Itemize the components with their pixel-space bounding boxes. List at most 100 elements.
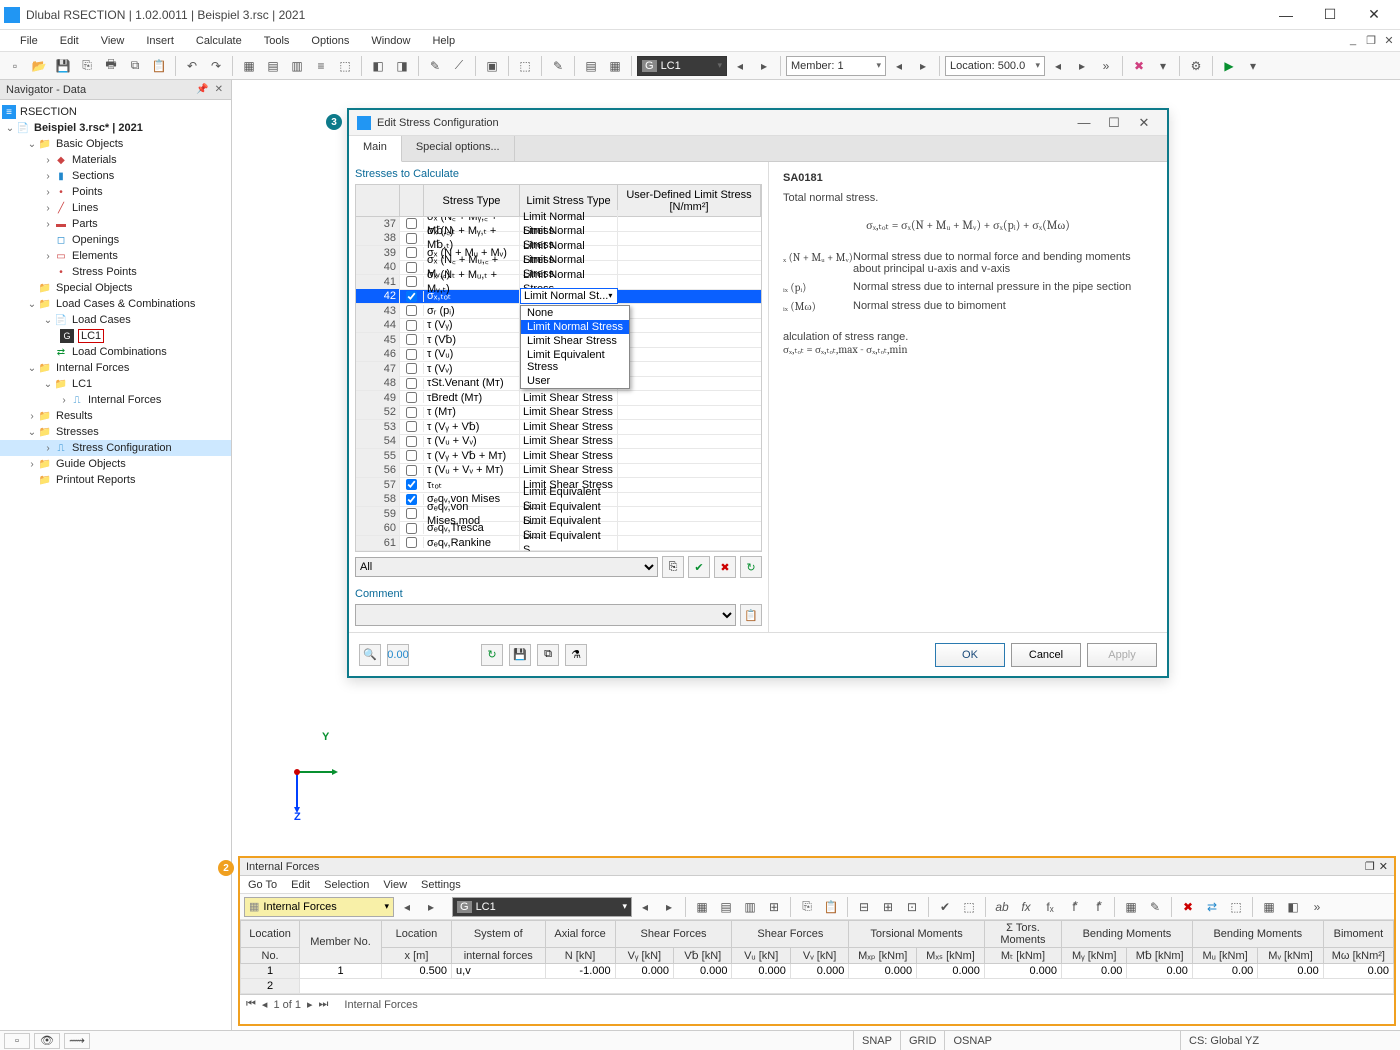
tool3-icon[interactable]: ✎ [424, 55, 446, 77]
row-check[interactable] [406, 334, 417, 345]
bp-lc-next-icon[interactable]: ▸ [658, 896, 680, 918]
tree-results[interactable]: ›📁Results [0, 408, 231, 424]
view2-icon[interactable]: ▤ [262, 55, 284, 77]
grid-row-61[interactable]: 61σₑqᵥ,RankineLimit Equivalent S... [356, 536, 761, 551]
row-check[interactable] [406, 218, 417, 229]
copy-icon[interactable]: ⧉ [124, 55, 146, 77]
tool6-icon[interactable]: ⬚ [514, 55, 536, 77]
dialog-titlebar[interactable]: Edit Stress Configuration — ☐ ✕ [349, 110, 1167, 136]
loc-more-icon[interactable]: » [1095, 55, 1117, 77]
row-check[interactable] [406, 392, 417, 403]
tree-openings[interactable]: ◻Openings [0, 232, 231, 248]
redo-icon[interactable]: ↷ [205, 55, 227, 77]
menu-tools[interactable]: Tools [254, 33, 300, 49]
bp-menu-view[interactable]: View [383, 879, 407, 891]
maximize-button[interactable]: ☐ [1308, 0, 1352, 30]
new-icon[interactable]: ▫ [4, 55, 26, 77]
filter-btn2-icon[interactable]: ✔ [688, 556, 710, 578]
sb-btn2-icon[interactable]: 👁 [34, 1033, 60, 1049]
bp-b9-icon[interactable]: ⊡ [901, 896, 923, 918]
tool1-icon[interactable]: ◧ [367, 55, 389, 77]
view1-icon[interactable]: ▦ [238, 55, 260, 77]
bp-b10-icon[interactable]: ✔ [934, 896, 956, 918]
tool5-icon[interactable]: ▣ [481, 55, 503, 77]
dd-equiv[interactable]: Limit Equivalent Stress [521, 348, 629, 374]
filter-combo[interactable]: All [355, 557, 658, 577]
nav-pin-icon[interactable]: 📌 [194, 84, 210, 95]
row-check[interactable] [406, 233, 417, 244]
bp-lc-prev-icon[interactable]: ◂ [634, 896, 656, 918]
bp-c7-icon[interactable]: ◧ [1282, 896, 1304, 918]
bp-b3-icon[interactable]: ▥ [739, 896, 761, 918]
bp-c1-icon[interactable]: ▦ [1120, 896, 1142, 918]
cancel-button[interactable]: Cancel [1011, 643, 1081, 667]
tree-special[interactable]: 📁Special Objects [0, 280, 231, 296]
row-check[interactable] [406, 305, 417, 316]
bp-c2-icon[interactable]: ✎ [1144, 896, 1166, 918]
tree-loadcases[interactable]: ⌄📁Load Cases & Combinations [0, 296, 231, 312]
footer-copy-icon[interactable]: ⧉ [537, 644, 559, 666]
tree-printout[interactable]: 📁Printout Reports [0, 472, 231, 488]
bp-next-icon[interactable]: ▸ [420, 896, 442, 918]
sb-btn1-icon[interactable]: ▫ [4, 1033, 30, 1049]
loc-prev-icon[interactable]: ◂ [1047, 55, 1069, 77]
calc-icon[interactable]: ≡ [310, 55, 332, 77]
menu-help[interactable]: Help [422, 33, 465, 49]
bp-b7-icon[interactable]: ⊟ [853, 896, 875, 918]
tree-materials[interactable]: ›◆Materials [0, 152, 231, 168]
paste-icon[interactable]: 📋 [148, 55, 170, 77]
pager-last-icon[interactable]: ⏭ [319, 998, 329, 1011]
location-combo[interactable]: Location: 500.0▾ [945, 56, 1045, 76]
sb-grid[interactable]: GRID [900, 1031, 945, 1050]
minimize-button[interactable]: — [1264, 0, 1308, 30]
tree-stressconfig[interactable]: ›⎍Stress Configuration [0, 440, 231, 456]
tree-lines[interactable]: ›╱Lines [0, 200, 231, 216]
mdi-restore-icon[interactable]: ❐ [1364, 34, 1378, 47]
mem-next-icon[interactable]: ▸ [912, 55, 934, 77]
grid-row-55[interactable]: 55τ (Vᵧ + V␢ + Mᴛ)Limit Shear Stress [356, 449, 761, 464]
menu-calculate[interactable]: Calculate [186, 33, 252, 49]
undo-icon[interactable]: ↶ [181, 55, 203, 77]
tree-elements[interactable]: ›▭Elements [0, 248, 231, 264]
comment-combo[interactable] [355, 604, 736, 626]
row-check[interactable] [406, 291, 417, 302]
save-icon[interactable]: 💾 [52, 55, 74, 77]
loadcase-combo[interactable]: GLC1▾ [637, 56, 727, 76]
sb-btn3-icon[interactable]: ⟿ [64, 1033, 90, 1049]
dialog-min-icon[interactable]: — [1069, 115, 1099, 130]
menu-window[interactable]: Window [361, 33, 420, 49]
grid-row-53[interactable]: 53τ (Vᵧ + V␢)Limit Shear Stress [356, 420, 761, 435]
stress-grid[interactable]: Stress Type Limit Stress Type User-Defin… [355, 184, 762, 552]
row-check[interactable] [406, 247, 417, 258]
bp-table-combo[interactable]: ▦Internal Forces▾ [244, 897, 394, 917]
bp-menu-selection[interactable]: Selection [324, 879, 369, 891]
tree-lc-folder[interactable]: ⌄📄Load Cases [0, 312, 231, 328]
sb-snap[interactable]: SNAP [853, 1031, 900, 1050]
tree-if-sub[interactable]: ›⎍Internal Forces [0, 392, 231, 408]
bp-more-icon[interactable]: » [1306, 896, 1328, 918]
nav-close-icon[interactable]: ✕ [213, 84, 225, 95]
bp-fx-icon[interactable]: fx [1015, 896, 1037, 918]
navigator-tree[interactable]: ≡RSECTION ⌄📄Beispiel 3.rsc* | 2021 ⌄📁Bas… [0, 100, 231, 1030]
tree-basic[interactable]: ⌄📁Basic Objects [0, 136, 231, 152]
loc-next-icon[interactable]: ▸ [1071, 55, 1093, 77]
bp-b11-icon[interactable]: ⬚ [958, 896, 980, 918]
row-check[interactable] [406, 450, 417, 461]
toolx4-icon[interactable]: ▶ [1218, 55, 1240, 77]
tree-model[interactable]: ⌄📄Beispiel 3.rsc* | 2021 [0, 120, 231, 136]
print-icon[interactable]: 🖶 [100, 55, 122, 77]
tool4-icon[interactable]: ⟋ [448, 55, 470, 77]
row-check[interactable] [406, 262, 417, 273]
tool8-icon[interactable]: ▤ [580, 55, 602, 77]
view3-icon[interactable]: ▥ [286, 55, 308, 77]
footer-precision-icon[interactable]: 0.00 [387, 644, 409, 666]
tree-root[interactable]: ≡RSECTION [0, 104, 231, 120]
footer-save-icon[interactable]: 💾 [509, 644, 531, 666]
row-check[interactable] [406, 349, 417, 360]
tree-stresses[interactable]: ⌄📁Stresses [0, 424, 231, 440]
dd-user[interactable]: User [521, 374, 629, 388]
menu-options[interactable]: Options [301, 33, 359, 49]
limit-dropdown[interactable]: None Limit Normal Stress Limit Shear Str… [520, 305, 630, 389]
pager-first-icon[interactable]: ⏮ [246, 998, 256, 1011]
row-check[interactable] [406, 276, 417, 287]
